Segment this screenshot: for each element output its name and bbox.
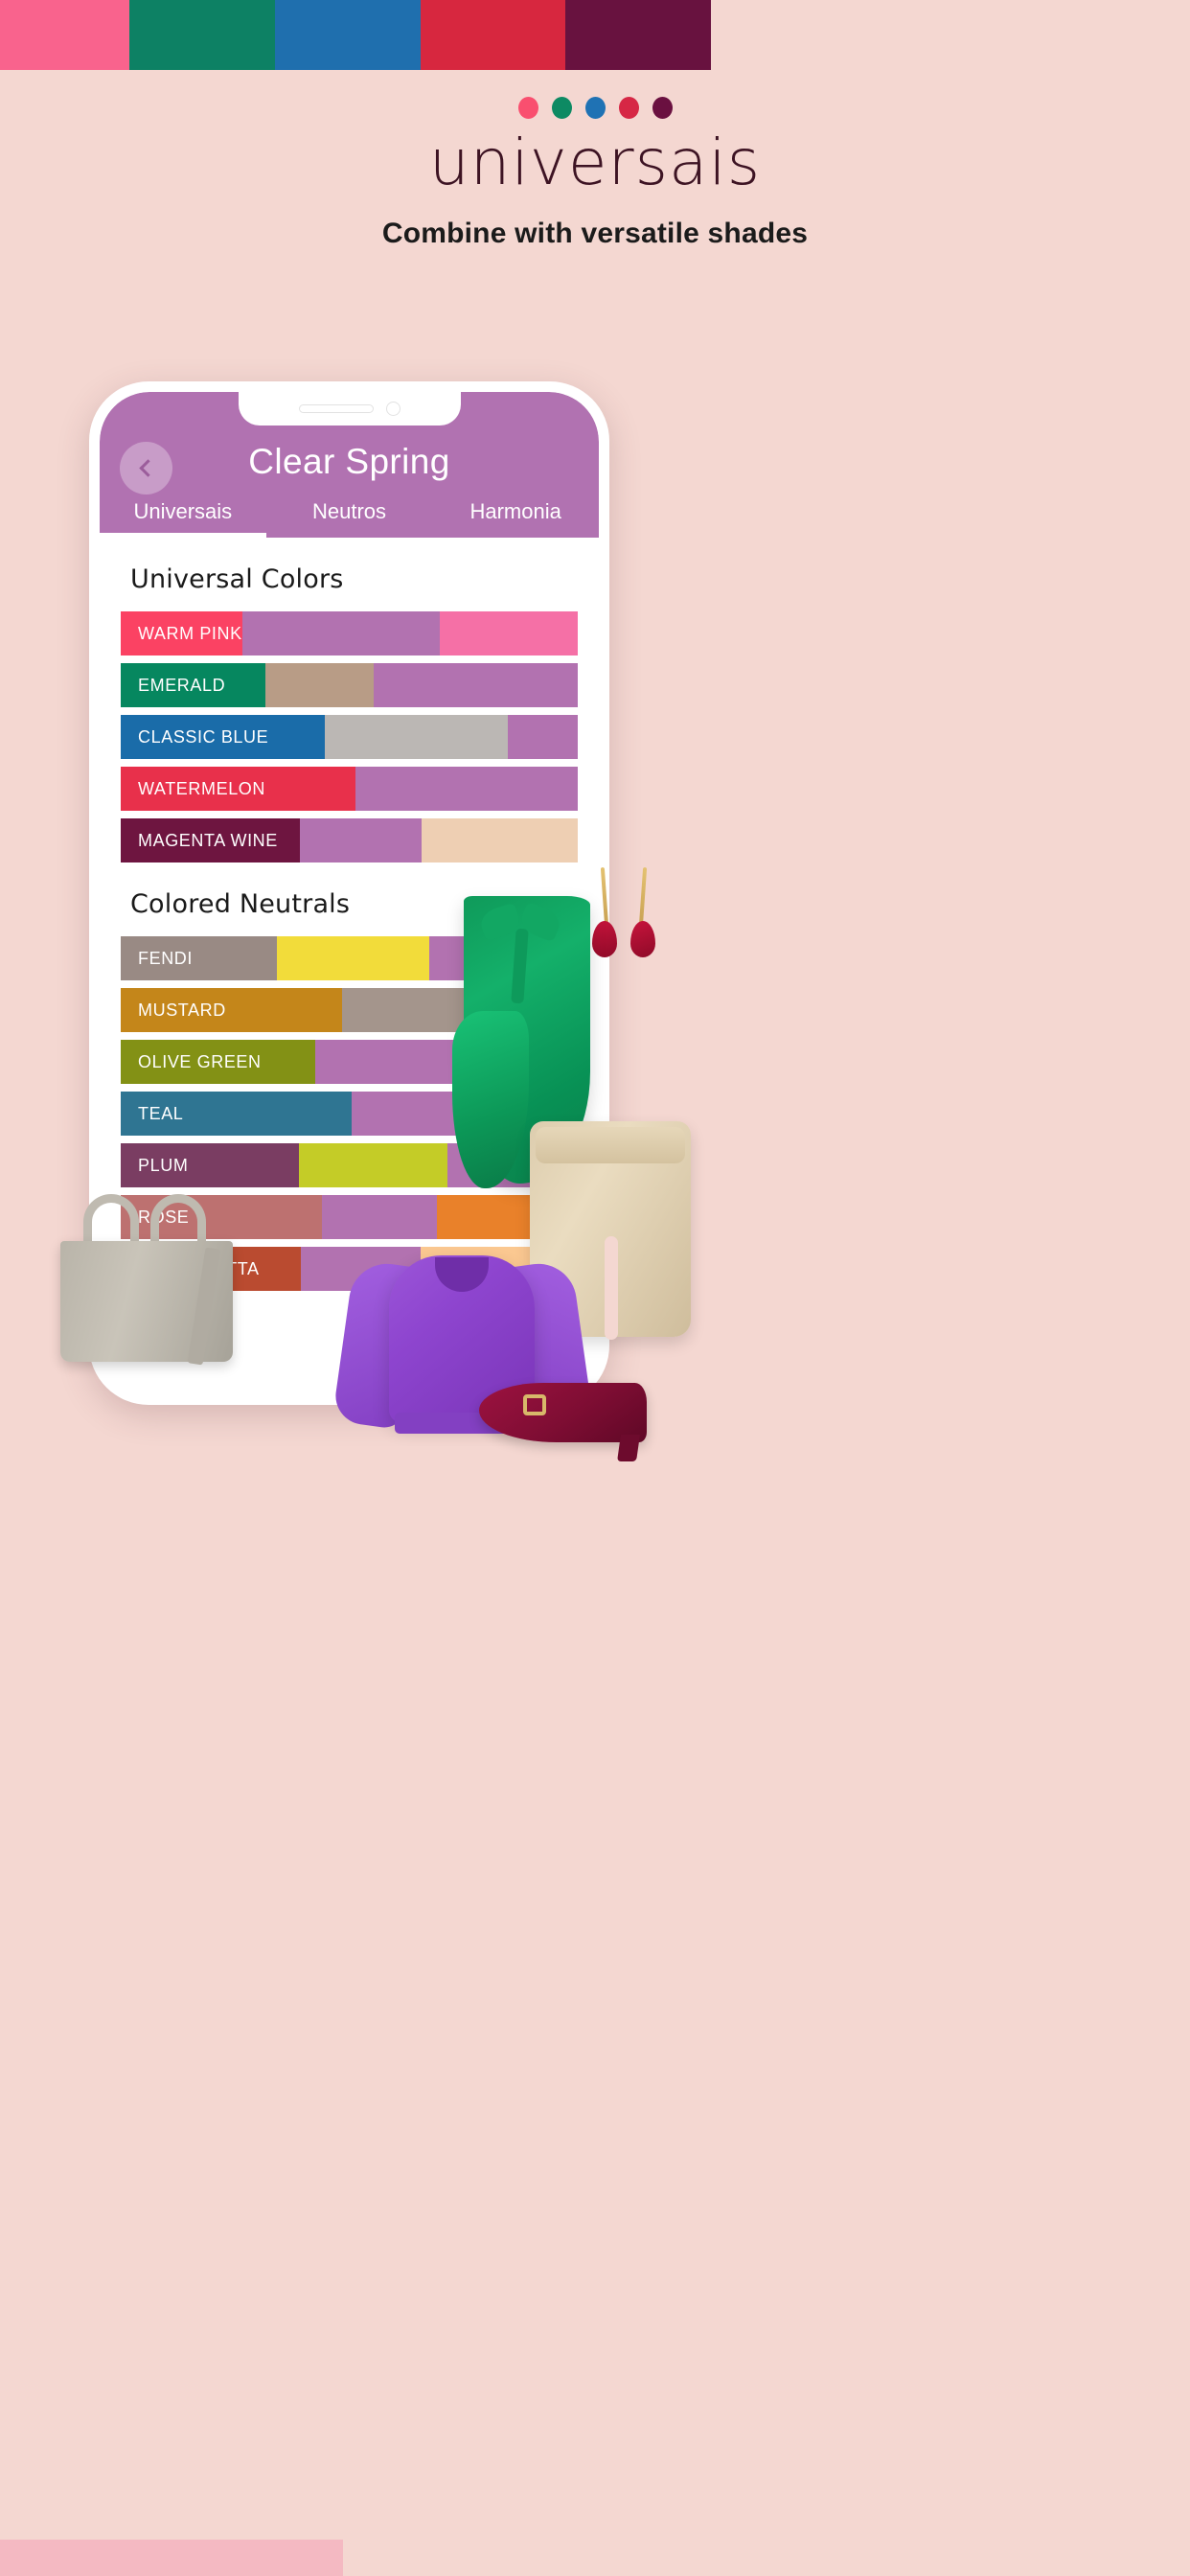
brand-dots — [0, 97, 1190, 119]
color-row-label: PLUM — [121, 1143, 299, 1187]
bottom-strip-right — [343, 2540, 1190, 2576]
season-color-strip — [0, 0, 1190, 70]
page-title: Clear Spring — [248, 442, 450, 481]
color-row-swatch — [374, 663, 578, 707]
brand-tagline: Combine with versatile shades — [381, 218, 809, 250]
color-row-label: MUSTARD — [121, 988, 342, 1032]
dot-wine — [652, 97, 673, 119]
color-row-swatch — [241, 611, 440, 656]
product-handbag — [53, 1188, 244, 1370]
phone-notch — [238, 392, 461, 426]
shoe-body — [479, 1383, 647, 1442]
earring-wire-right — [638, 866, 648, 928]
color-row-swatch — [325, 715, 508, 759]
color-row-swatch — [322, 1195, 437, 1239]
color-row[interactable]: WARM PINK — [121, 611, 578, 656]
dot-emerald — [551, 97, 572, 119]
strip-swatch-magenta-wine — [565, 0, 711, 70]
earring-drop-right — [630, 921, 655, 957]
color-row-label: TEAL — [121, 1092, 352, 1136]
color-row[interactable]: CLASSIC BLUE — [121, 715, 578, 759]
dot-red — [618, 97, 639, 119]
color-row-swatch — [299, 1143, 447, 1187]
app-header: Clear Spring Universais Neutros Harmonia — [100, 392, 599, 538]
brand-title: universais — [428, 126, 762, 199]
color-row-label: EMERALD — [121, 663, 265, 707]
strip-swatch-pink — [0, 0, 129, 70]
color-row[interactable]: MAGENTA WINE — [121, 818, 578, 862]
color-row-swatch — [439, 611, 578, 656]
tab-neutros[interactable]: Neutros — [266, 499, 433, 538]
section-title-universal-colors: Universal Colors — [130, 564, 344, 594]
shoe-heel — [617, 1435, 640, 1461]
tab-universais[interactable]: Universais — [100, 499, 266, 538]
color-row-swatch — [422, 818, 578, 862]
color-row[interactable]: EMERALD — [121, 663, 578, 707]
handbag-handle-right — [150, 1194, 206, 1248]
color-row-swatch — [355, 767, 578, 811]
color-row[interactable]: WATERMELON — [121, 767, 578, 811]
tab-harmonia[interactable]: Harmonia — [432, 499, 599, 538]
product-burgundy-flat-shoe — [479, 1366, 671, 1471]
color-row-label: WARM PINK — [121, 611, 242, 656]
color-row-label: MAGENTA WINE — [121, 818, 300, 862]
shoe-buckle-icon — [523, 1394, 546, 1415]
dot-blue — [584, 97, 606, 119]
page-root: universais Combine with versatile shades… — [0, 0, 1190, 2576]
bottom-strip — [0, 2540, 1190, 2576]
tab-bar: Universais Neutros Harmonia — [100, 499, 599, 538]
color-row-label: FENDI — [121, 936, 277, 980]
handbag-handle-left — [83, 1194, 139, 1248]
color-row-swatch — [277, 936, 429, 980]
speaker-grille-icon — [298, 404, 374, 413]
color-row-swatch — [508, 715, 578, 759]
shorts-leg-gap — [605, 1236, 618, 1340]
dot-pink — [517, 97, 538, 119]
shorts-waistband — [536, 1127, 685, 1163]
strip-swatch-watermelon — [421, 0, 565, 70]
universal-colors-list: WARM PINK EMERALD CLASSIC BLUE WATERMELON MA… — [109, 611, 589, 862]
bottom-strip-left — [0, 2540, 343, 2576]
color-row-label: WATERMELON — [121, 767, 355, 811]
strip-swatch-emerald — [129, 0, 275, 70]
color-row-label: OLIVE GREEN — [121, 1040, 315, 1084]
color-row-swatch — [300, 818, 422, 862]
color-row-swatch — [265, 663, 374, 707]
strip-swatch-classic-blue — [275, 0, 421, 70]
color-row-label: CLASSIC BLUE — [121, 715, 325, 759]
front-camera-icon — [385, 402, 400, 416]
